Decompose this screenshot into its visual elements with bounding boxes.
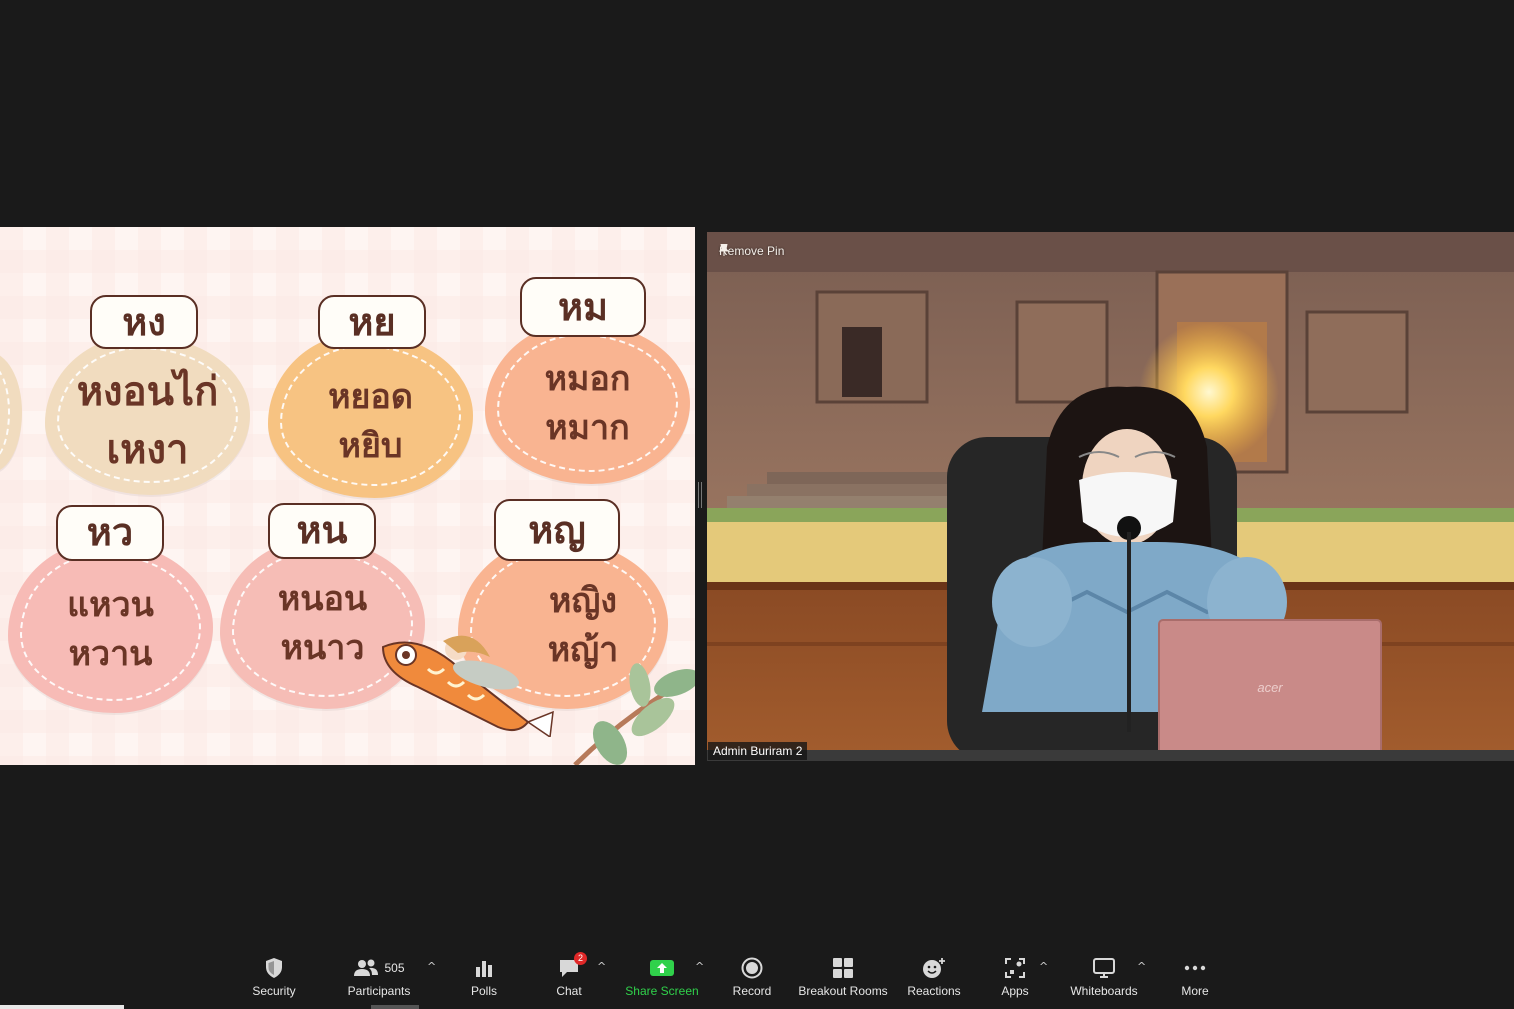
more-button[interactable]: More [1178, 954, 1212, 1004]
word-card-m: หม หมอก หมาก [485, 277, 690, 487]
card-word: เหงา [106, 426, 189, 473]
pin-icon [719, 244, 729, 256]
security-label: Security [252, 984, 296, 998]
card-header: หว [56, 505, 164, 561]
chat-button[interactable]: 2 Chat [550, 952, 588, 1004]
chat-label: Chat [556, 984, 582, 998]
shared-screen: หง หงอนไก่ เหงา หย หยอด หยิบ หม หมอก หมา… [0, 227, 695, 765]
word-card-y: หย หยอด หยิบ [268, 295, 473, 500]
record-label: Record [732, 984, 772, 998]
polls-icon [476, 961, 492, 977]
polls-button[interactable]: Polls [466, 954, 502, 1004]
participant-name-label: Admin Buriram 2 [708, 742, 808, 760]
taskbar-strip-mid [371, 1005, 419, 1009]
taskbar-strip-left [0, 1005, 124, 1009]
word-card-ng: หง หงอนไก่ เหงา [45, 295, 250, 500]
more-icon [1184, 965, 1206, 971]
participants-button[interactable]: 505 Participants [345, 954, 413, 1004]
word-card-w: หว แหวน หวาน [8, 505, 213, 715]
koi-kite-illustration [381, 635, 554, 737]
card-word: หมอก [544, 359, 631, 399]
partial-card [0, 352, 22, 472]
whiteboards-button[interactable]: Whiteboards [1068, 954, 1140, 1004]
whiteboards-label: Whiteboards [1070, 984, 1138, 998]
meeting-toolbar: Security 505 Participants ^ Polls 2 Chat… [0, 940, 1514, 1009]
card-word: หยิบ [338, 426, 403, 467]
apps-icon [1005, 958, 1025, 978]
participants-icon [354, 959, 379, 976]
card-word: หวาน [68, 634, 153, 675]
share-options-caret[interactable]: ^ [695, 960, 704, 973]
video-scene: acer [707, 232, 1514, 761]
breakout-rooms-button[interactable]: Breakout Rooms [798, 954, 888, 1004]
reactions-icon [923, 958, 945, 978]
whiteboard-icon [1093, 958, 1115, 978]
card-word: หมาก [545, 408, 630, 449]
record-button[interactable]: Record [730, 954, 774, 1004]
share-screen-icon [650, 960, 674, 976]
record-icon [741, 957, 763, 979]
polls-label: Polls [470, 984, 497, 998]
remove-pin-button[interactable]: Remove Pin [719, 244, 784, 258]
card-word: หยอด [328, 377, 413, 417]
apps-button[interactable]: Apps [998, 954, 1032, 1004]
breakout-rooms-icon [833, 958, 853, 978]
card-word: หนอน [277, 579, 368, 619]
participants-count: 505 [384, 961, 405, 975]
chat-unread-badge: 2 [574, 952, 587, 965]
share-screen-label: Share Screen [625, 984, 699, 998]
split-view-divider[interactable] [698, 482, 702, 508]
apps-label: Apps [1001, 984, 1029, 998]
card-header: หง [90, 295, 198, 349]
laptop-logo: acer [1257, 680, 1283, 695]
card-header: หม [520, 277, 646, 337]
shield-icon [266, 958, 282, 978]
reactions-label: Reactions [907, 984, 961, 998]
card-word: หงอนไก่ [76, 368, 219, 415]
card-word: แหวน [67, 585, 154, 625]
participants-label: Participants [347, 984, 411, 998]
leaf-branch-illustration [573, 663, 695, 765]
security-button[interactable]: Security [250, 954, 298, 1004]
reactions-button[interactable]: Reactions [906, 954, 962, 1004]
breakout-rooms-label: Breakout Rooms [798, 984, 888, 998]
card-header: หย [318, 295, 426, 349]
participants-options-caret[interactable]: ^ [427, 960, 436, 973]
apps-options-caret[interactable]: ^ [1039, 960, 1048, 973]
more-label: More [1181, 984, 1209, 998]
card-header: หน [268, 503, 376, 559]
card-header: หญ [494, 499, 620, 561]
whiteboards-options-caret[interactable]: ^ [1137, 960, 1146, 973]
share-screen-button[interactable]: Share Screen [624, 954, 700, 1004]
participant-video: acer Remove Pin Admin Buriram 2 [707, 232, 1514, 761]
chat-options-caret[interactable]: ^ [597, 960, 606, 973]
card-word: หญิง [549, 581, 617, 621]
